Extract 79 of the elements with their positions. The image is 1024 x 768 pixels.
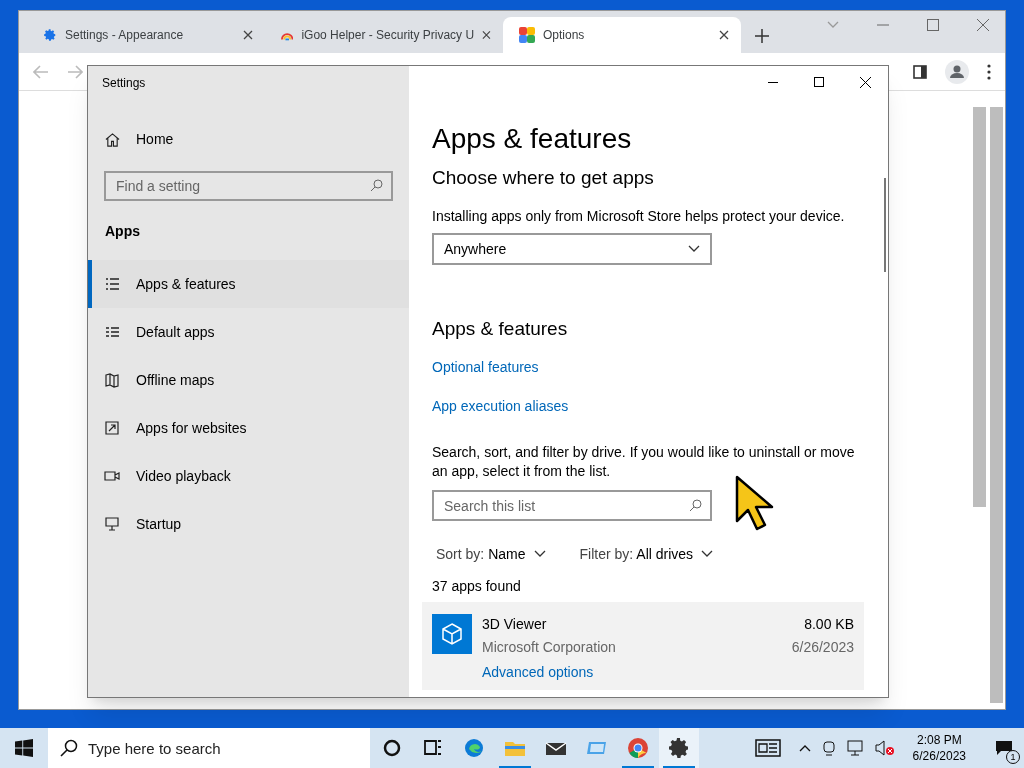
settings-link[interactable]: Optional features: [432, 359, 539, 375]
external-link-icon: [104, 420, 120, 436]
close-icon[interactable]: [719, 30, 729, 40]
nav-item[interactable]: Offline maps: [88, 356, 409, 404]
window-title: Settings: [102, 75, 146, 92]
maximize-icon[interactable]: [927, 19, 939, 31]
dropdown[interactable]: Anywhere: [432, 233, 712, 265]
close-icon[interactable]: [977, 19, 989, 31]
notification-count: 1: [1006, 750, 1020, 764]
home-item[interactable]: Home: [88, 119, 409, 159]
device-icon[interactable]: [820, 740, 837, 756]
map-icon: [104, 372, 120, 388]
camera-icon: [104, 468, 120, 484]
profile-icon[interactable]: [945, 59, 969, 84]
browser-tab[interactable]: Options: [503, 17, 741, 53]
cube-icon: [432, 614, 472, 654]
filter-dropdown[interactable]: Filter by: All drives: [579, 543, 714, 565]
news-icon[interactable]: [754, 739, 781, 757]
app-date: 6/26/2023: [791, 638, 854, 657]
clock[interactable]: 2:08 PM 6/26/2023: [904, 732, 974, 764]
chevron-up-icon[interactable]: [798, 744, 811, 752]
maximize-icon: [814, 77, 824, 87]
gear-icon: [43, 28, 57, 42]
tab-title: Options: [543, 27, 586, 44]
browser-icon: [626, 736, 650, 760]
list-icon: [104, 324, 120, 340]
search-icon: [60, 739, 78, 757]
monitor-icon: [104, 516, 120, 532]
side-panel-icon[interactable]: [913, 64, 927, 79]
nav-item[interactable]: Startup: [88, 500, 409, 548]
gear-icon: [667, 736, 691, 760]
close-icon: [859, 76, 871, 88]
plus-icon[interactable]: [755, 29, 769, 43]
close-icon[interactable]: [243, 30, 253, 40]
search-field[interactable]: Find a setting: [104, 171, 393, 201]
settings-link[interactable]: App execution aliases: [432, 398, 569, 414]
minimize-icon: [768, 81, 778, 83]
more-menu-icon[interactable]: [987, 63, 991, 80]
search-field[interactable]: Type here to search: [48, 728, 370, 768]
nav-item[interactable]: Video playback: [88, 452, 409, 500]
nav-item[interactable]: Apps & features: [88, 260, 409, 308]
section-heading: Apps: [105, 223, 140, 239]
message-icon: [995, 740, 1013, 756]
sort-dropdown[interactable]: Sort by: Name: [436, 543, 546, 565]
description-text: Search, sort, and filter by drive. If you would like to uninstall or move an app, select it from the list.: [432, 443, 856, 481]
volume-muted-icon[interactable]: [874, 740, 895, 756]
squares-icon: [519, 27, 535, 43]
windows-logo-icon: [15, 739, 33, 757]
section-heading: Apps & features: [432, 318, 568, 339]
page-title: Apps & features: [432, 123, 632, 154]
description-text: Installing apps only from Microsoft Store helps protect your device.: [432, 208, 845, 224]
app-name: 3D Viewer: [482, 615, 547, 634]
search-icon: [370, 179, 383, 192]
search-field[interactable]: Search this list: [432, 490, 712, 521]
cursor-icon: [735, 475, 775, 531]
advanced-options-link[interactable]: Advanced options: [482, 664, 594, 680]
chevron-down-icon: [701, 550, 714, 558]
home-icon: [105, 131, 120, 147]
search-icon: [689, 499, 702, 512]
browser-tab[interactable]: iGoo Helper - Security Privacy U: [265, 17, 503, 53]
list-icon: [104, 276, 120, 292]
tab-title: iGoo Helper - Security Privacy U: [301, 27, 475, 44]
notification-button[interactable]: 1: [984, 728, 1024, 768]
nav-item[interactable]: Apps for websites: [88, 404, 409, 452]
app-count: 37 apps found: [432, 578, 521, 594]
browser-tab[interactable]: Settings - Appearance: [27, 17, 265, 53]
chevron-down-icon: [688, 245, 700, 253]
taskbar-button[interactable]: [659, 728, 699, 768]
section-heading: Choose where to get apps: [432, 167, 654, 188]
nav-item[interactable]: Default apps: [88, 308, 409, 356]
tab-title: Settings - Appearance: [65, 27, 185, 44]
app-size: 8.00 KB: [804, 615, 854, 634]
browser-icon: [462, 736, 486, 760]
app-list-item[interactable]: 3D Viewer 8.00 KB Microsoft Corporation 6/26/2023 Advanced options: [422, 602, 864, 690]
network-icon[interactable]: [846, 740, 865, 756]
close-icon[interactable]: [482, 30, 491, 40]
app-publisher: Microsoft Corporation: [482, 638, 616, 657]
scrollbar[interactable]: [884, 178, 886, 272]
chevron-down-icon: [533, 550, 546, 558]
